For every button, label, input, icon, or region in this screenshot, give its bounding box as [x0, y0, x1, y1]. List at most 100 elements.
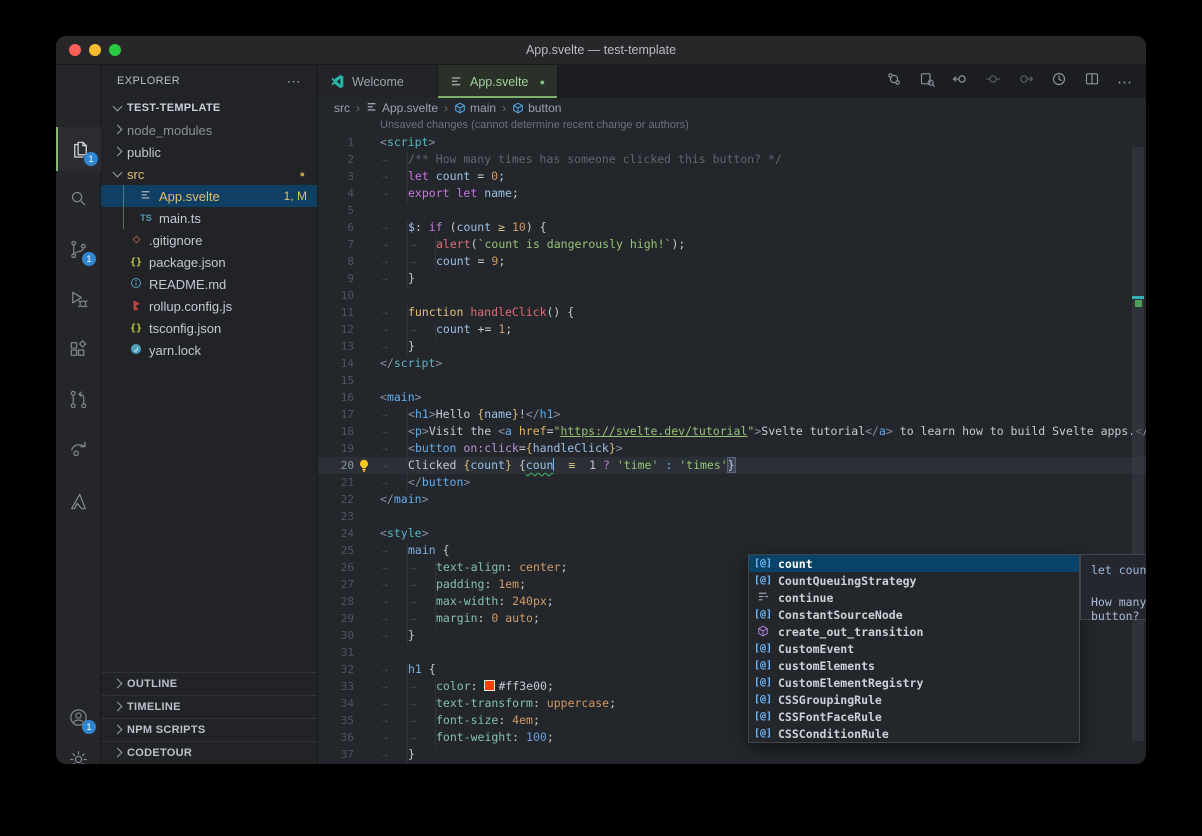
breadcrumb-button[interactable]: button — [512, 101, 561, 115]
more-actions-icon[interactable]: ⋯ — [1117, 73, 1132, 91]
suggest-item-constantsourcenode[interactable]: [@]ConstantSourceNode — [749, 606, 1079, 623]
line-number: 37 — [318, 746, 354, 763]
tree-item-readme-md[interactable]: README.md — [101, 273, 317, 295]
code-line-18[interactable]: 18→<p>Visit the <a href="https://svelte.… — [318, 423, 1146, 440]
code-line-9[interactable]: 9→} — [318, 270, 1146, 287]
code-line-15[interactable]: 15 — [318, 372, 1146, 389]
chevron-down-icon — [109, 166, 125, 182]
suggest-item-cssconditionrule[interactable]: [@]CSSConditionRule — [749, 725, 1079, 742]
activity-run-debug-button[interactable] — [56, 277, 100, 321]
tree-item-package-json[interactable]: {}package.json — [101, 251, 317, 273]
code-line-37[interactable]: 37→} — [318, 746, 1146, 763]
tree-item-app-svelte[interactable]: App.svelte1, M — [101, 185, 317, 207]
editor-scrollbar[interactable] — [1132, 147, 1144, 741]
nav-forward-icon[interactable] — [1018, 71, 1034, 92]
activity-source-control-button[interactable]: 1 — [56, 227, 100, 271]
activity-pull-requests-button[interactable] — [56, 377, 100, 421]
suggest-item-count[interactable]: [@]count — [749, 555, 1079, 572]
suggest-item-customelements[interactable]: [@]customElements — [749, 657, 1079, 674]
code-line-6[interactable]: 6→$: if (count ≥ 10) { — [318, 219, 1146, 236]
nav-back-icon[interactable] — [952, 71, 968, 92]
code-line-11[interactable]: 11→function handleClick() { — [318, 304, 1146, 321]
tab-app-svelte[interactable]: App.svelte ● — [438, 65, 558, 98]
code-line-16[interactable]: 16<main> — [318, 389, 1146, 406]
settings-button[interactable] — [56, 737, 100, 764]
suggest-item-create_out_transition[interactable]: create_out_transition — [749, 623, 1079, 640]
suggest-label: CSSConditionRule — [778, 727, 889, 741]
split-editor-icon[interactable] — [1084, 71, 1100, 92]
suggest-item-customelementregistry[interactable]: [@]CustomElementRegistry — [749, 674, 1079, 691]
code-line-8[interactable]: 8→→count = 9; — [318, 253, 1146, 270]
code-line-22[interactable]: 22</main> — [318, 491, 1146, 508]
run-history-icon[interactable] — [1051, 71, 1067, 92]
panel-header-codetour[interactable]: CODETOUR — [101, 741, 317, 764]
token: = — [470, 169, 491, 183]
activity-azure-button[interactable] — [56, 479, 100, 523]
code-line-3[interactable]: 3→let count = 0; — [318, 168, 1146, 185]
tree-item-src[interactable]: src● — [101, 163, 317, 185]
tree-item-yarn-lock[interactable]: yarn.lock — [101, 339, 317, 361]
color-swatch[interactable] — [484, 680, 495, 691]
token: https://svelte.dev/tutorial — [560, 424, 747, 438]
code-line-20[interactable]: 20→Clicked {count} {coun ≡ 1 ? 'time' : … — [318, 457, 1146, 474]
tree-section-header[interactable]: TEST-TEMPLATE — [101, 97, 317, 119]
tree-item-public[interactable]: public — [101, 141, 317, 163]
whitespace-tab: → — [380, 611, 408, 628]
code-line-17[interactable]: 17→<h1>Hello {name}!</h1> — [318, 406, 1146, 423]
unsaved-dot-icon[interactable]: ● — [540, 77, 545, 87]
token: } — [408, 271, 415, 285]
tree-item-main-ts[interactable]: TSmain.ts — [101, 207, 317, 229]
code-line-7[interactable]: 7→→alert(`count is dangerously high!`); — [318, 236, 1146, 253]
code-line-19[interactable]: 19→<button on:click={handleClick}> — [318, 440, 1146, 457]
accounts-button[interactable]: 1 — [56, 695, 100, 739]
code-line-12[interactable]: 12→→count += 1; — [318, 321, 1146, 338]
breadcrumb-app-svelte[interactable]: App.svelte — [366, 101, 438, 115]
token: = — [519, 441, 526, 455]
open-changes-icon[interactable] — [886, 71, 902, 92]
code-line-21[interactable]: 21→</button> — [318, 474, 1146, 491]
activity-search-button[interactable] — [56, 177, 100, 221]
suggest-item-cssgroupingrule[interactable]: [@]CSSGroupingRule — [749, 691, 1079, 708]
token: if — [429, 220, 443, 234]
code-editor[interactable]: Unsaved changes (cannot determine recent… — [318, 117, 1146, 764]
panel-title: CODETOUR — [127, 747, 192, 759]
tab-welcome[interactable]: Welcome — [318, 65, 438, 98]
activity-live-share-button[interactable] — [56, 427, 100, 471]
tree-item-rollup-config-js[interactable]: rollup.config.js — [101, 295, 317, 317]
title-bar[interactable]: App.svelte — test-template — [56, 36, 1146, 65]
explorer-more-actions-icon[interactable]: ⋯ — [287, 65, 301, 97]
panel-header-timeline[interactable]: TIMELINE — [101, 695, 317, 718]
tree-item--gitignore[interactable]: .gitignore — [101, 229, 317, 251]
suggest-item-cssfontfacerule[interactable]: [@]CSSFontFaceRule — [749, 708, 1079, 725]
code-line-14[interactable]: 14</script> — [318, 355, 1146, 372]
token: ; — [533, 611, 540, 625]
panel-header-outline[interactable]: OUTLINE — [101, 672, 317, 695]
suggest-item-customevent[interactable]: [@]CustomEvent — [749, 640, 1079, 657]
symbol-module-icon — [753, 625, 773, 638]
activity-explorer-button[interactable]: 1 — [56, 127, 102, 171]
code-line-4[interactable]: 4→export let name; — [318, 185, 1146, 202]
code-line-10[interactable]: 10 — [318, 287, 1146, 304]
breadcrumb-label: src — [334, 101, 350, 115]
line-margin — [354, 304, 380, 321]
code-line-13[interactable]: 13→} — [318, 338, 1146, 355]
code-line-5[interactable]: 5 — [318, 202, 1146, 219]
code-line-23[interactable]: 23 — [318, 508, 1146, 525]
token: > — [886, 424, 893, 438]
breadcrumb-src[interactable]: src — [334, 101, 350, 115]
line-number: 24 — [318, 525, 354, 542]
yarn-file-icon — [127, 343, 145, 357]
panel-header-npm-scripts[interactable]: NPM SCRIPTS — [101, 718, 317, 741]
code-line-1[interactable]: 1<script> — [318, 134, 1146, 151]
code-line-2[interactable]: 2→/** How many times has someone clicked… — [318, 151, 1146, 168]
tree-item-node-modules[interactable]: node_modules — [101, 119, 317, 141]
tree-item-tsconfig-json[interactable]: {}tsconfig.json — [101, 317, 317, 339]
nav-current-icon[interactable] — [985, 71, 1001, 92]
open-preview-icon[interactable] — [919, 71, 935, 92]
json-file-icon: {} — [127, 256, 145, 268]
suggest-item-countqueuingstrategy[interactable]: [@]CountQueuingStrategy — [749, 572, 1079, 589]
breadcrumb-main[interactable]: main — [454, 101, 496, 115]
suggest-item-continue[interactable]: continue — [749, 589, 1079, 606]
activity-extensions-button[interactable] — [56, 327, 100, 371]
code-line-24[interactable]: 24<style> — [318, 525, 1146, 542]
